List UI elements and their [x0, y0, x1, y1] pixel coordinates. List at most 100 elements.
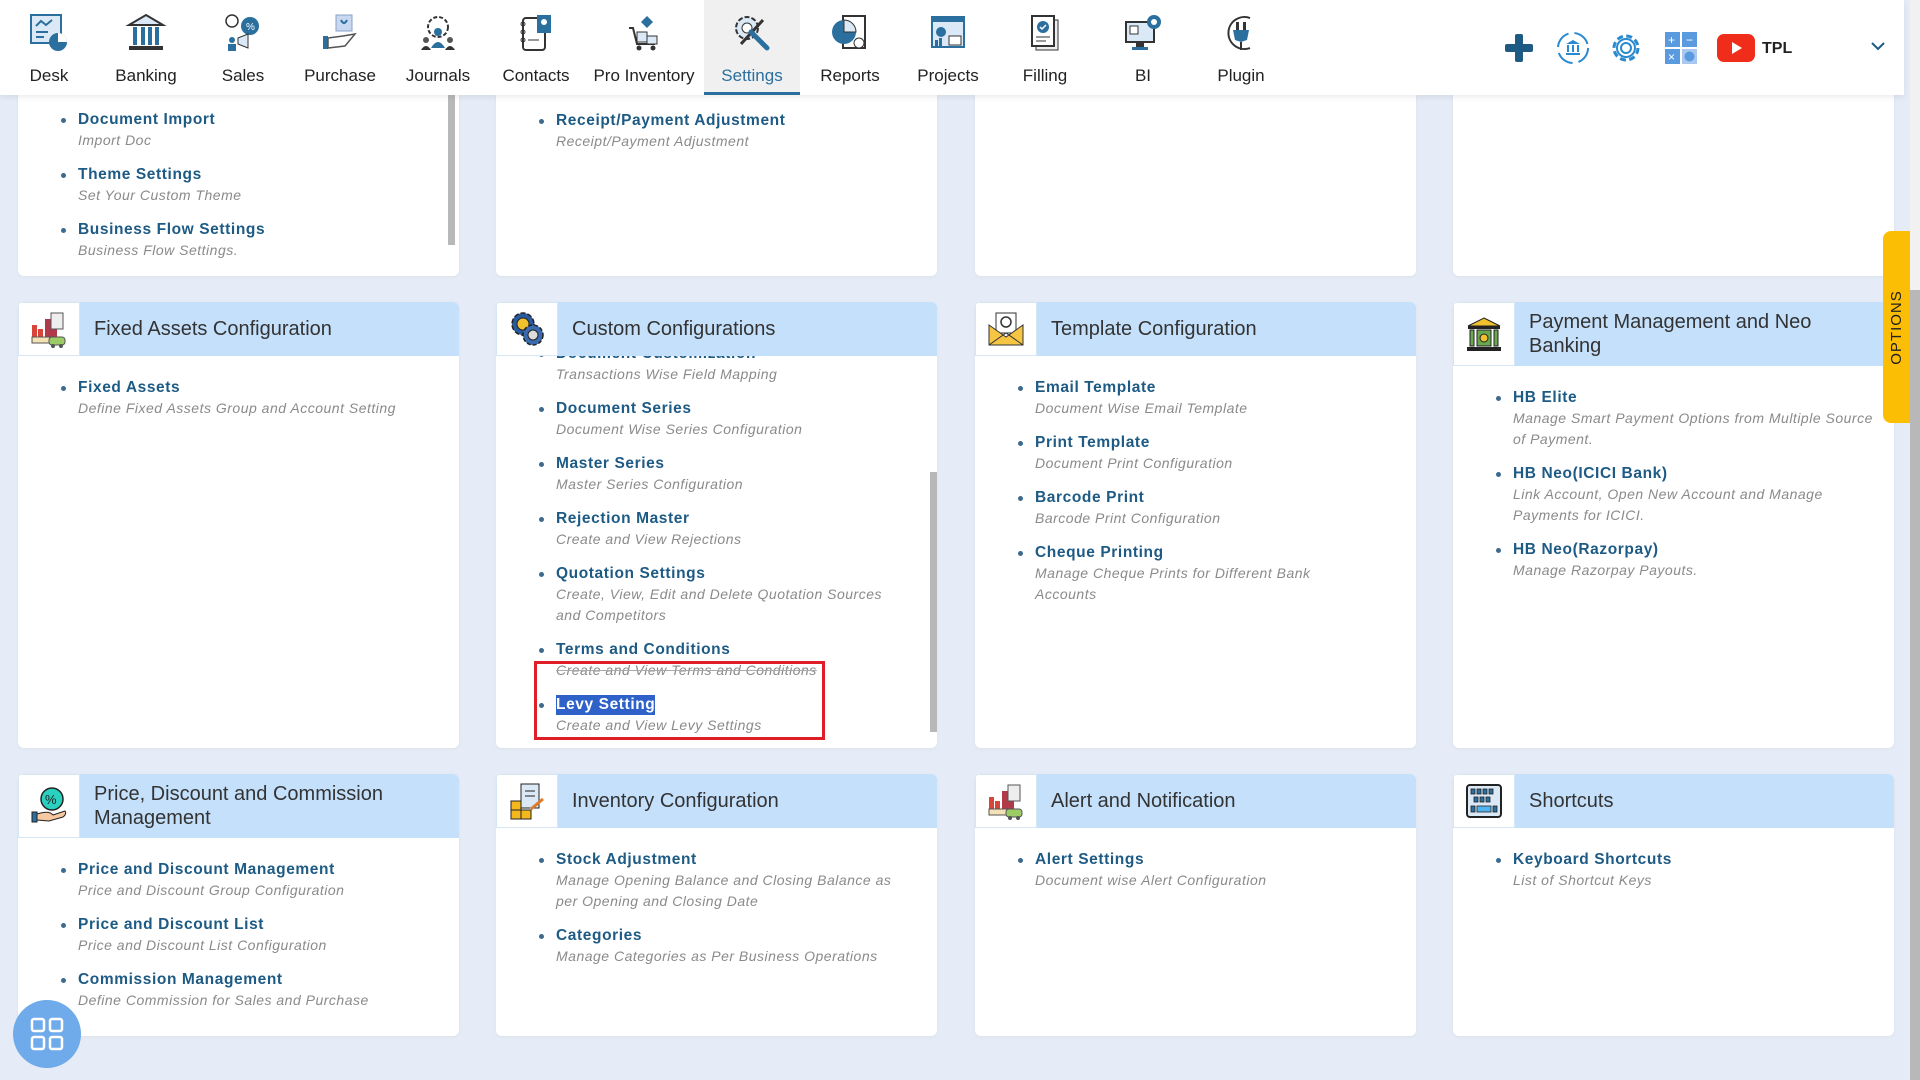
apps-menu-button[interactable]	[13, 1000, 81, 1068]
link-terms-and-conditions[interactable]: Terms and Conditions	[556, 640, 730, 660]
link-quotation-settings[interactable]: Quotation Settings	[556, 564, 705, 584]
nav-journals[interactable]: Journals	[390, 0, 486, 95]
nav-purchase[interactable]: Purchase	[292, 0, 388, 95]
link-hb-neo-razorpay[interactable]: HB Neo(Razorpay)	[1513, 540, 1659, 560]
nav-banking[interactable]: Banking	[98, 0, 194, 95]
bank-sync-icon	[1557, 32, 1589, 64]
card-alert-notification: Alert and Notification Alert Settings Doc…	[975, 774, 1416, 1036]
card-title: Custom Configurations	[572, 318, 776, 340]
card-title: Fixed Assets Configuration	[94, 318, 332, 340]
item-description: List of Shortcut Keys	[1513, 872, 1652, 888]
list-item: Print Template Document Print Configurati…	[1018, 433, 1404, 474]
page-scrollbar-thumb[interactable]	[1910, 290, 1920, 1080]
card-blank-top-right	[1453, 80, 1894, 276]
youtube-button[interactable]	[1716, 28, 1756, 68]
settings-list: Alert Settings Document wise Alert Config…	[975, 828, 1416, 891]
card-body: HB Elite Manage Smart Payment Options fro…	[1453, 366, 1894, 748]
list-item: Email Template Document Wise Email Templa…	[1018, 378, 1404, 419]
link-barcode-print[interactable]: Barcode Print	[1035, 488, 1144, 508]
item-description: Document Wise Email Template	[1035, 400, 1248, 416]
company-name[interactable]: TPL	[1762, 40, 1792, 58]
keyboard-icon	[1453, 774, 1515, 828]
card-scrollbar[interactable]	[930, 472, 937, 732]
link-alert-settings[interactable]: Alert Settings	[1035, 850, 1144, 870]
settings-list: Price and Discount Management Price and D…	[18, 838, 459, 1011]
link-hb-elite[interactable]: HB Elite	[1513, 388, 1577, 408]
calculator-button[interactable]: + − ×	[1661, 28, 1701, 68]
desk-icon	[26, 10, 72, 56]
sales-icon: %	[220, 10, 266, 56]
bank-sync-button[interactable]	[1553, 28, 1593, 68]
add-button[interactable]	[1499, 28, 1539, 68]
company-dropdown[interactable]	[1868, 36, 1888, 56]
link-document-import[interactable]: Document Import	[78, 110, 215, 130]
gear-icon	[1612, 34, 1640, 62]
list-item: Business Flow Settings Business Flow Sett…	[61, 220, 447, 261]
page-scrollbar[interactable]	[1910, 0, 1920, 1080]
list-item: Categories Manage Categories as Per Busin…	[539, 926, 925, 967]
item-description: Create, View, Edit and Delete Quotation …	[556, 586, 882, 623]
card-title: Template Configuration	[1051, 318, 1257, 340]
nav-pro-inventory[interactable]: Pro Inventory	[586, 0, 702, 95]
nav-sales[interactable]: % Sales	[195, 0, 291, 95]
nav-plugin[interactable]: Plugin	[1193, 0, 1289, 95]
link-hb-neo-icici[interactable]: HB Neo(ICICI Bank)	[1513, 464, 1668, 484]
link-theme-settings[interactable]: Theme Settings	[78, 165, 202, 185]
card-fixed-assets: Fixed Assets Configuration Fixed Assets D…	[18, 302, 459, 748]
purchase-icon	[317, 10, 363, 56]
nav-settings[interactable]: Settings	[704, 0, 800, 95]
card-scrollbar[interactable]	[448, 95, 455, 245]
card-title: Alert and Notification	[1051, 790, 1236, 812]
nav-filling[interactable]: Filling	[997, 0, 1093, 95]
item-description: Manage Smart Payment Options from Multip…	[1513, 410, 1873, 447]
card-shortcuts: Shortcuts Keyboard Shortcuts List of Shor…	[1453, 774, 1894, 1036]
link-commission-management[interactable]: Commission Management	[78, 970, 283, 990]
list-item: Receipt/Payment Adjustment Receipt/Paymen…	[539, 111, 925, 152]
factory-alert-icon	[975, 774, 1037, 828]
add-icon	[1505, 34, 1533, 62]
card-body: Price and Discount Management Price and D…	[18, 838, 459, 1036]
card-general-settings: Document Import Import Doc Theme Settings…	[18, 80, 459, 276]
link-levy-setting[interactable]: Levy Setting	[556, 695, 656, 715]
link-document-series[interactable]: Document Series	[556, 399, 692, 419]
list-item: Fixed Assets Define Fixed Assets Group an…	[61, 378, 447, 419]
settings-button[interactable]	[1606, 28, 1646, 68]
link-receipt-payment-adjustment[interactable]: Receipt/Payment Adjustment	[556, 111, 786, 131]
top-navigation: Desk Banking % Sales Purchase Journals C…	[0, 0, 1904, 95]
list-item: Theme Settings Set Your Custom Theme	[61, 165, 447, 206]
list-item: Price and Discount Management Price and D…	[61, 860, 447, 901]
card-header: Inventory Configuration	[496, 774, 937, 828]
svg-text:−: −	[1686, 33, 1693, 47]
link-stock-adjustment[interactable]: Stock Adjustment	[556, 850, 697, 870]
settings-list: Keyboard Shortcuts List of Shortcut Keys	[1453, 828, 1894, 891]
link-rejection-master[interactable]: Rejection Master	[556, 509, 690, 529]
svg-text:%: %	[45, 792, 57, 807]
item-description: Link Account, Open New Account and Manag…	[1513, 486, 1823, 523]
link-cheque-printing[interactable]: Cheque Printing	[1035, 543, 1164, 563]
list-item: Document Import Import Doc	[61, 110, 447, 151]
link-price-discount-list[interactable]: Price and Discount List	[78, 915, 264, 935]
link-business-flow-settings[interactable]: Business Flow Settings	[78, 220, 265, 240]
nav-reports[interactable]: Reports	[802, 0, 898, 95]
link-master-series[interactable]: Master Series	[556, 454, 665, 474]
link-fixed-assets[interactable]: Fixed Assets	[78, 378, 180, 398]
link-keyboard-shortcuts[interactable]: Keyboard Shortcuts	[1513, 850, 1672, 870]
bank-building-icon	[1453, 302, 1515, 366]
card-body: Keyboard Shortcuts List of Shortcut Keys	[1453, 828, 1894, 1036]
link-document-customization[interactable]: Document Customization	[556, 356, 756, 364]
options-tab[interactable]: OPTIONS	[1883, 231, 1910, 423]
nav-label: Filling	[1022, 66, 1068, 85]
nav-bi[interactable]: BI	[1095, 0, 1191, 95]
nav-contacts[interactable]: Contacts	[488, 0, 584, 95]
nav-projects[interactable]: Projects	[900, 0, 996, 95]
nav-desk[interactable]: Desk	[1, 0, 97, 95]
link-email-template[interactable]: Email Template	[1035, 378, 1156, 398]
link-price-discount-management[interactable]: Price and Discount Management	[78, 860, 335, 880]
card-body: Fixed Assets Define Fixed Assets Group an…	[18, 356, 459, 748]
nav-label: Desk	[29, 66, 69, 85]
link-categories[interactable]: Categories	[556, 926, 642, 946]
item-description: Document Wise Series Configuration	[556, 421, 803, 437]
link-print-template[interactable]: Print Template	[1035, 433, 1150, 453]
options-label: OPTIONS	[1888, 289, 1906, 365]
item-description: Price and Discount List Configuration	[78, 937, 327, 953]
